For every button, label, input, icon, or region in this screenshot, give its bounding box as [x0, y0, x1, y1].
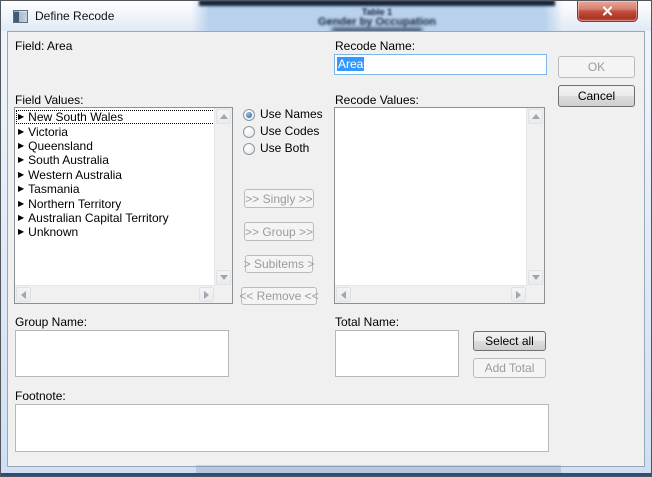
recode-name-input[interactable]: Area — [334, 54, 547, 75]
subitems-button[interactable]: > Subitems > — [245, 255, 313, 273]
remove-button[interactable]: << Remove << — [241, 287, 317, 305]
background-window-titlebar: Table 1 Gender by Occupation — [191, 1, 563, 31]
list-item[interactable]: ▶ Queensland — [16, 139, 215, 153]
expand-arrow-icon: ▶ — [18, 142, 24, 150]
radio-icon — [243, 143, 255, 155]
scroll-left-button[interactable] — [336, 287, 351, 302]
left-arrow-icon — [341, 291, 346, 299]
down-arrow-icon — [220, 275, 228, 280]
scroll-up-button[interactable] — [528, 109, 543, 124]
total-name-input[interactable] — [335, 330, 459, 377]
down-arrow-icon — [532, 275, 540, 280]
footnote-input[interactable] — [15, 404, 549, 452]
background-window-frame — [199, 1, 555, 6]
scroll-right-button[interactable] — [511, 287, 526, 302]
list-item[interactable]: ▶ New South Wales — [16, 110, 215, 124]
list-item[interactable]: ▶ South Australia — [16, 153, 215, 167]
horizontal-scrollbar[interactable] — [335, 285, 527, 303]
scroll-up-button[interactable] — [216, 109, 231, 124]
recode-values-label: Recode Values: — [335, 93, 419, 107]
radio-option[interactable]: Use Codes — [243, 123, 323, 140]
expand-arrow-icon: ▶ — [18, 200, 24, 208]
expand-arrow-icon: ▶ — [18, 128, 24, 136]
scrollbar-corner — [527, 286, 544, 303]
add-total-button[interactable]: Add Total — [473, 358, 546, 378]
scroll-down-button[interactable] — [216, 270, 231, 285]
frame-bottom-shade — [196, 465, 561, 473]
list-item[interactable]: ▶ Unknown — [16, 225, 215, 239]
group-button[interactable]: >> Group >> — [244, 222, 314, 241]
ok-button[interactable]: OK — [558, 56, 635, 78]
footnote-label: Footnote: — [15, 389, 66, 403]
selected-text: Area — [337, 57, 364, 71]
field-values-items: ▶ New South Wales ▶ Victoria ▶ Queenslan… — [15, 108, 215, 286]
expand-arrow-icon: ▶ — [18, 228, 24, 236]
group-name-label: Group Name: — [15, 315, 87, 329]
radio-option[interactable]: Use Both — [243, 140, 323, 157]
dialog-icon — [13, 10, 28, 23]
list-item[interactable]: ▶ Australian Capital Territory — [16, 211, 215, 225]
frame-bottom-line — [1, 473, 651, 476]
scrollbar-corner — [215, 286, 232, 303]
group-name-input[interactable] — [15, 330, 229, 377]
select-all-button[interactable]: Select all — [473, 331, 546, 351]
list-item[interactable]: ▶ Victoria — [16, 124, 215, 138]
scroll-down-button[interactable] — [528, 270, 543, 285]
right-arrow-icon — [204, 291, 209, 299]
radio-icon — [243, 126, 255, 138]
expand-arrow-icon: ▶ — [18, 171, 24, 179]
total-name-label: Total Name: — [335, 315, 399, 329]
recode-values-list — [334, 107, 545, 304]
define-recode-dialog: Table 1 Gender by Occupation Define Reco… — [0, 0, 652, 477]
dialog-title: Define Recode — [35, 9, 114, 23]
close-button[interactable] — [577, 1, 638, 22]
title-bar[interactable]: Table 1 Gender by Occupation Define Reco… — [1, 1, 651, 31]
expand-arrow-icon: ▶ — [18, 214, 24, 222]
recode-values-items — [335, 108, 527, 286]
close-icon — [602, 6, 613, 16]
up-arrow-icon — [220, 114, 228, 119]
scroll-left-button[interactable] — [16, 287, 31, 302]
field-values-label: Field Values: — [15, 93, 83, 107]
horizontal-scrollbar[interactable] — [15, 285, 215, 303]
list-item[interactable]: ▶ Western Australia — [16, 168, 215, 182]
recode-name-label: Recode Name: — [335, 39, 415, 53]
right-arrow-icon — [516, 291, 521, 299]
singly-button[interactable]: >> Singly >> — [244, 189, 314, 208]
radio-option[interactable]: Use Names — [243, 106, 323, 123]
radio-icon — [243, 109, 255, 121]
vertical-scrollbar[interactable] — [526, 108, 544, 286]
expand-arrow-icon: ▶ — [18, 113, 24, 121]
value-mode-radio-group: Use Names Use Codes Use Both — [243, 106, 323, 157]
cancel-button[interactable]: Cancel — [558, 85, 635, 107]
field-values-list: ▶ New South Wales ▶ Victoria ▶ Queenslan… — [14, 107, 233, 304]
scroll-right-button[interactable] — [199, 287, 214, 302]
up-arrow-icon — [532, 114, 540, 119]
expand-arrow-icon: ▶ — [18, 156, 24, 164]
expand-arrow-icon: ▶ — [18, 185, 24, 193]
left-arrow-icon — [21, 291, 26, 299]
list-item[interactable]: ▶ Tasmania — [16, 182, 215, 196]
background-window-title-line2: Gender by Occupation — [191, 16, 563, 28]
field-label: Field: Area — [15, 39, 72, 53]
list-item[interactable]: ▶ Northern Territory — [16, 196, 215, 210]
vertical-scrollbar[interactable] — [214, 108, 232, 286]
